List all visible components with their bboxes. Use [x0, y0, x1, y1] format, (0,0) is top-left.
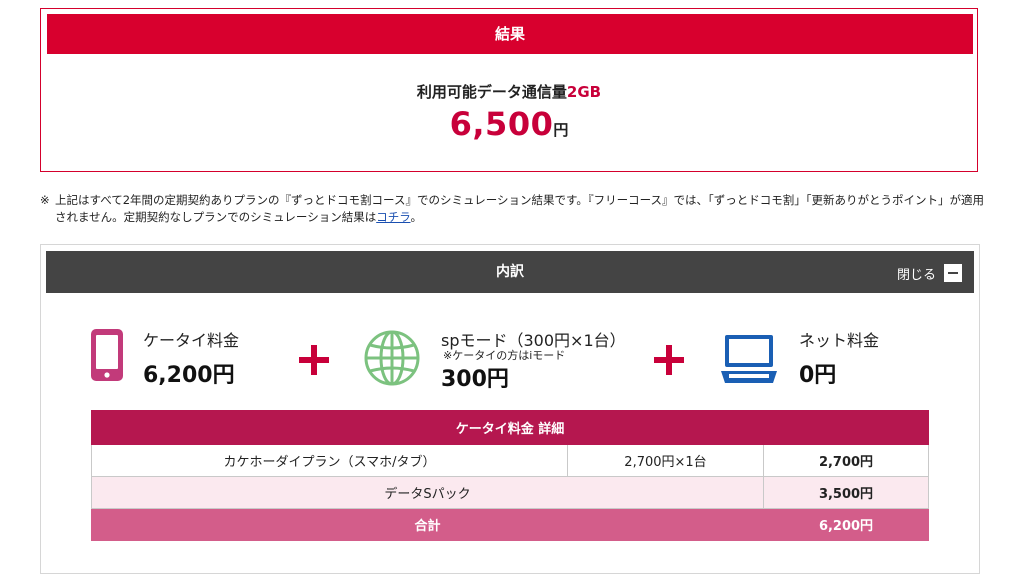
- note-link[interactable]: コチラ: [376, 210, 410, 224]
- row-unit: 2,700円×1台: [567, 444, 764, 477]
- plus-icon: [654, 345, 684, 375]
- table-title: ケータイ料金 詳細: [91, 410, 929, 445]
- total-label: 合計: [91, 508, 764, 541]
- internet-fee-amount: 0円: [799, 363, 837, 388]
- laptop-icon: [721, 335, 777, 383]
- close-label: 閉じる: [896, 267, 936, 283]
- mobile-fee-label: ケータイ料金: [143, 331, 240, 350]
- total-price: 6,200円: [763, 508, 929, 541]
- table-row: カケホーダイプラン（スマホ/タブ） 2,700円×1台 2,700円: [91, 444, 929, 477]
- internet-fee-label: ネット料金: [799, 331, 880, 350]
- data-allowance: 利用可能データ通信量2GB: [41, 81, 977, 102]
- total-price: 6,500円: [41, 105, 977, 143]
- note-end: 。: [410, 210, 422, 224]
- globe-icon: [364, 330, 420, 386]
- total-price-unit: 円: [553, 121, 569, 139]
- breakdown-title: 内訳: [496, 264, 524, 280]
- mobile-fee-amount: 6,200円: [143, 363, 235, 388]
- row-name: カケホーダイプラン（スマホ/タブ）: [91, 444, 568, 477]
- row-price: 2,700円: [763, 444, 929, 477]
- table-total-row: 合計 6,200円: [91, 508, 929, 541]
- data-allowance-value: 2GB: [566, 83, 602, 101]
- note-body: 上記はすべて2年間の定期契約ありプランの『ずっとドコモ割コース』でのシミュレーシ…: [55, 193, 985, 224]
- result-header: 結果: [47, 14, 973, 54]
- total-price-value: 6,500: [449, 105, 554, 143]
- smartphone-icon: [91, 329, 123, 381]
- data-allowance-label: 利用可能データ通信量: [416, 83, 567, 101]
- minus-icon: [944, 264, 962, 282]
- result-box: 結果 利用可能データ通信量2GB 6,500円: [40, 8, 978, 172]
- plus-icon: [299, 345, 329, 375]
- row-price: 3,500円: [763, 476, 929, 509]
- table-row: データSパック 3,500円: [91, 476, 929, 509]
- row-name: データSパック: [91, 476, 764, 509]
- spmode-amount: 300円: [441, 367, 509, 392]
- mobile-fee-detail-table: ケータイ料金 詳細 カケホーダイプラン（スマホ/タブ） 2,700円×1台 2,…: [91, 410, 929, 541]
- note-mark: ※: [40, 193, 50, 207]
- close-button[interactable]: 閉じる: [897, 263, 962, 283]
- breakdown-header: 内訳 閉じる: [46, 251, 974, 293]
- breakdown-panel: 内訳 閉じる ケータイ料金 6,200円 spモード（300円×1台） ※ケータ…: [40, 244, 980, 574]
- table-header-row: ケータイ料金 詳細: [91, 410, 929, 445]
- simulation-note: ※ 上記はすべて2年間の定期契約ありプランの『ずっとドコモ割コース』でのシミュレ…: [40, 192, 985, 226]
- note-text: 上記はすべて2年間の定期契約ありプランの『ずっとドコモ割コース』でのシミュレーシ…: [55, 192, 985, 226]
